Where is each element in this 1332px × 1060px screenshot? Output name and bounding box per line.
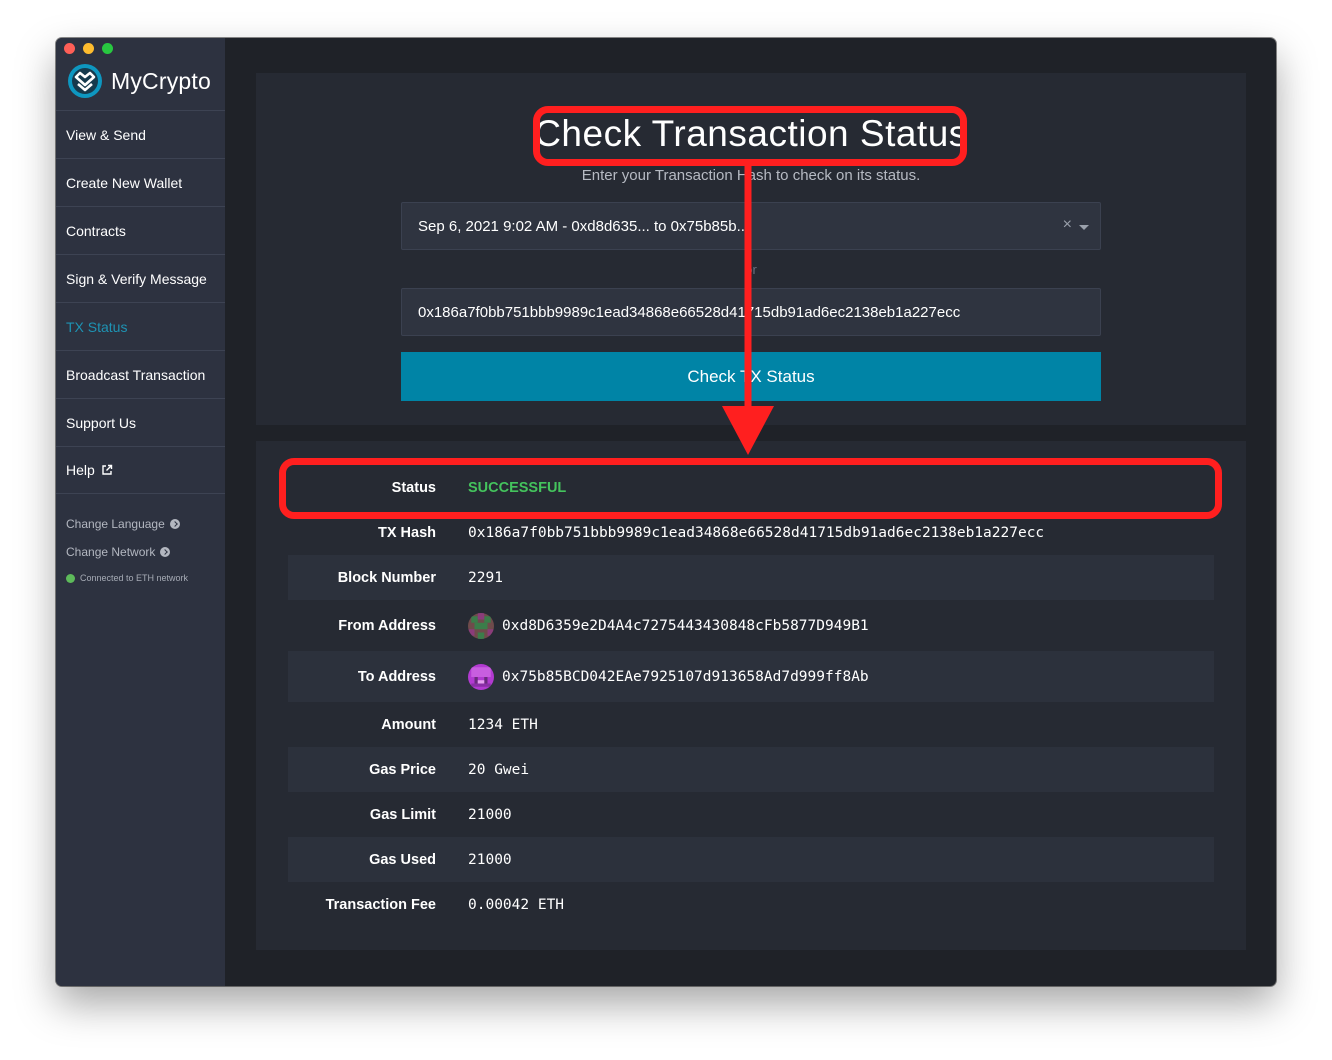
gas-price-value: 20 Gwei (468, 761, 530, 778)
or-divider: or (745, 262, 757, 277)
to-address-value: 0x75b85BCD042EAe7925107d913658Ad7d999ff8… (502, 668, 869, 685)
change-network-label: Change Network (66, 545, 156, 559)
network-status: Connected to ETH network (66, 573, 188, 583)
detail-row-amount: Amount 1234 ETH (288, 702, 1214, 747)
sidebar-item-label: Help (66, 462, 95, 478)
chevron-circle-right-icon (169, 519, 180, 529)
sidebar-item-broadcast[interactable]: Broadcast Transaction (56, 350, 225, 398)
change-network-link[interactable]: Change Network (66, 538, 180, 566)
gas-used-value: 21000 (468, 851, 512, 868)
detail-row-fee: Transaction Fee 0.00042 ETH (288, 882, 1214, 927)
sidebar-item-help[interactable]: Help (56, 446, 225, 494)
sidebar-item-label: TX Status (66, 318, 128, 335)
chevron-down-icon[interactable] (1079, 225, 1089, 230)
minimize-window-button[interactable] (83, 43, 94, 54)
settings-links: Change Language Change Network (66, 510, 180, 566)
status-dot-icon (66, 573, 75, 583)
to-address-label: To Address (357, 668, 436, 685)
close-window-button[interactable] (64, 43, 75, 54)
amount-value: 1234 ETH (468, 716, 538, 733)
detail-row-gas-price: Gas Price 20 Gwei (288, 747, 1214, 792)
sidebar-item-label: Sign & Verify Message (66, 270, 207, 287)
change-language-label: Change Language (66, 517, 165, 531)
tx-hash-value: 0x186a7f0bb751bbb9989c1ead34868e66528d41… (468, 524, 1045, 541)
gas-price-label: Gas Price (369, 761, 436, 778)
page-subtitle: Enter your Transaction Hash to check on … (581, 167, 921, 184)
sidebar-item-sign-verify[interactable]: Sign & Verify Message (56, 254, 225, 302)
detail-row-from: From Address 0xd8D6359e2D4A4c72754434308… (288, 600, 1214, 651)
detail-row-gas-limit: Gas Limit 21000 (288, 792, 1214, 837)
gas-limit-label: Gas Limit (369, 806, 436, 823)
sidebar-nav: View & Send Create New Wallet Contracts … (56, 110, 225, 494)
sidebar: MyCrypto View & Send Create New Wallet C… (56, 38, 225, 986)
detail-row-to: To Address 0x75b85BCD042EAe7925107d91365… (288, 651, 1214, 702)
change-language-link[interactable]: Change Language (66, 510, 180, 538)
from-address-cell: 0xd8D6359e2D4A4c7275443430848cFb5877D949… (468, 612, 869, 639)
transaction-fee-value: 0.00042 ETH (468, 896, 565, 913)
sidebar-item-view-send[interactable]: View & Send (56, 110, 225, 158)
tx-hash-input[interactable] (401, 288, 1101, 336)
check-tx-status-button[interactable]: Check TX Status (401, 352, 1101, 401)
transaction-fee-label: Transaction Fee (325, 896, 436, 913)
from-address-label: From Address (338, 617, 436, 634)
mycrypto-logo-icon (68, 64, 102, 98)
clear-icon[interactable]: × (1063, 216, 1072, 234)
sidebar-item-label: Create New Wallet (66, 174, 183, 191)
detail-row-gas-used: Gas Used 21000 (288, 837, 1214, 882)
maximize-window-button[interactable] (102, 43, 113, 54)
sidebar-item-label: Support Us (66, 414, 137, 431)
recent-tx-select[interactable]: Sep 6, 2021 9:02 AM - 0xd8d635... to 0x7… (401, 202, 1101, 250)
detail-row-block: Block Number 2291 (288, 555, 1214, 600)
amount-label: Amount (381, 716, 436, 733)
block-number-value: 2291 (468, 569, 503, 586)
tx-hash-label: TX Hash (377, 524, 436, 541)
sidebar-item-label: Contracts (66, 222, 126, 239)
sidebar-item-label: Broadcast Transaction (66, 366, 206, 383)
connection-status-text: Connected to ETH network (80, 573, 189, 583)
from-address-value: 0xd8D6359e2D4A4c7275443430848cFb5877D949… (502, 617, 869, 634)
annotation-title-highlight (533, 106, 967, 166)
window-controls (64, 43, 113, 54)
external-link-icon (102, 464, 112, 475)
from-identicon-icon (468, 612, 494, 639)
recent-tx-select-value: Sep 6, 2021 9:02 AM - 0xd8d635... to 0x7… (418, 217, 750, 235)
to-address-cell: 0x75b85BCD042EAe7925107d913658Ad7d999ff8… (468, 663, 869, 690)
gas-limit-value: 21000 (468, 806, 512, 823)
sidebar-item-tx-status[interactable]: TX Status (56, 302, 225, 350)
sidebar-item-create-wallet[interactable]: Create New Wallet (56, 158, 225, 206)
sidebar-item-support[interactable]: Support Us (56, 398, 225, 446)
sidebar-item-contracts[interactable]: Contracts (56, 206, 225, 254)
annotation-status-highlight (279, 458, 1222, 519)
brand-logo-link[interactable]: MyCrypto (67, 63, 211, 99)
chevron-circle-right-icon (160, 547, 171, 557)
brand-name: MyCrypto (111, 67, 212, 94)
sidebar-item-label: View & Send (66, 126, 146, 143)
gas-used-label: Gas Used (369, 851, 436, 868)
block-number-label: Block Number (337, 569, 436, 586)
tx-details-table: Status SUCCESSFUL TX Hash 0x186a7f0bb751… (288, 465, 1214, 927)
to-identicon-icon (468, 663, 494, 690)
